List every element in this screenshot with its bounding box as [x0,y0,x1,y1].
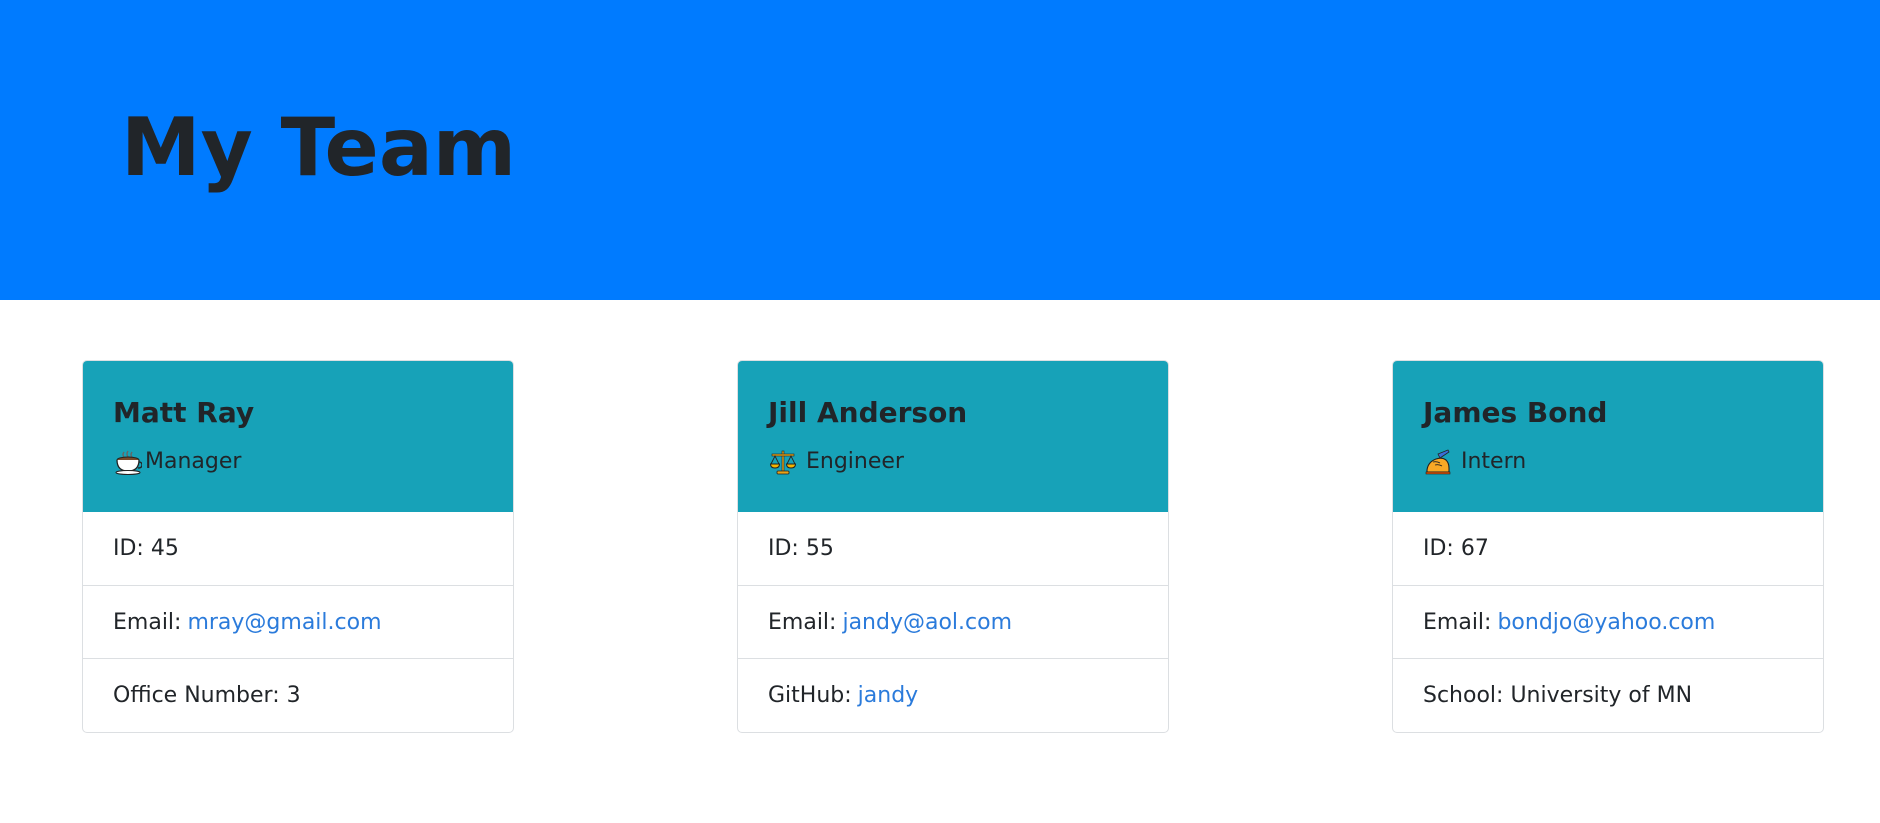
id-text: ID: 45 [113,536,179,561]
email-link[interactable]: jandy@aol.com [842,610,1012,635]
employee-role: Engineer [768,447,1168,477]
email-label: Email: [113,609,182,635]
employee-card-manager: Matt Ray Manager ID: 45 Email: mray@gmai… [82,360,514,733]
card-header: Matt Ray Manager [83,361,513,512]
id-item: ID: 67 [1393,512,1823,585]
scales-icon [768,447,798,477]
office-number-item: Office Number: 3 [83,658,513,731]
id-item: ID: 55 [738,512,1168,585]
card-header: James Bond Intern [1393,361,1823,512]
coffee-icon [113,447,143,477]
details-list: ID: 55 Email: jandy@aol.com GitHub: jand… [738,512,1168,731]
email-item: Email: jandy@aol.com [738,585,1168,658]
writing-hand-icon [1423,447,1453,477]
employee-name: Matt Ray [113,396,255,429]
card-header: Jill Anderson Engineer [738,361,1168,512]
id-text: ID: 55 [768,536,834,561]
email-label: Email: [768,609,837,635]
team-header: My Team [0,0,1880,300]
employee-card-engineer: Jill Anderson Engineer ID: 55 Email: jan… [737,360,1169,733]
employee-name: James Bond [1423,396,1608,429]
email-item: Email: bondjo@yahoo.com [1393,585,1823,658]
page-title: My Team [121,101,517,194]
id-text: ID: 67 [1423,536,1489,561]
github-label: GitHub: [768,682,852,708]
role-label: Intern [1461,449,1527,474]
role-label: Engineer [806,449,904,474]
email-item: Email: mray@gmail.com [83,585,513,658]
employee-role: Intern [1423,447,1823,477]
office-number-text: Office Number: 3 [113,682,301,708]
github-link[interactable]: jandy [858,683,919,708]
github-item: GitHub: jandy [738,658,1168,731]
role-label: Manager [145,449,242,474]
employee-card-intern: James Bond Intern ID: 67 Email: bondjo@y… [1392,360,1824,733]
id-item: ID: 45 [83,512,513,585]
school-text: School: University of MN [1423,682,1693,708]
employee-name: Jill Anderson [768,396,968,429]
email-link[interactable]: mray@gmail.com [187,610,381,635]
employee-role: Manager [113,447,513,477]
details-list: ID: 45 Email: mray@gmail.com Office Numb… [83,512,513,731]
email-link[interactable]: bondjo@yahoo.com [1497,610,1715,635]
email-label: Email: [1423,609,1492,635]
school-item: School: University of MN [1393,658,1823,731]
details-list: ID: 67 Email: bondjo@yahoo.com School: U… [1393,512,1823,731]
